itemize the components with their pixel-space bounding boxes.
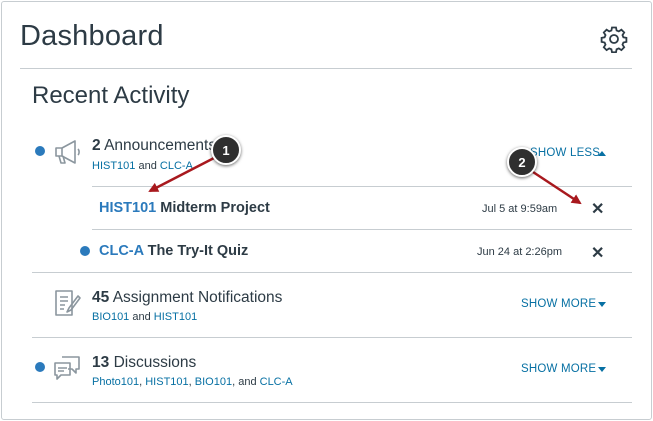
item-course-code[interactable]: HIST101 (99, 200, 156, 216)
unread-indicator (35, 146, 45, 156)
assignments-summary[interactable]: 45 Assignment Notifications (92, 289, 282, 307)
assignments-count: 45 (92, 289, 110, 306)
assignment-icon (55, 290, 81, 316)
and-text: and (132, 311, 151, 323)
close-icon[interactable]: ✕ (591, 199, 604, 219)
item-divider (92, 229, 632, 230)
group-divider (32, 337, 632, 338)
assignments-courses: BIO101 and HIST101 (92, 311, 197, 323)
discussions-count: 13 (92, 354, 110, 371)
show-more-toggle[interactable]: SHOW MORE (521, 363, 596, 375)
item-date: Jul 5 at 9:59am (482, 203, 558, 215)
announcements-courses: HIST101 and CLC-A (92, 160, 193, 172)
callout-badge: 1 (211, 135, 241, 165)
close-icon[interactable]: ✕ (591, 243, 604, 263)
course-link[interactable]: BIO101 (92, 311, 129, 323)
show-more-toggle[interactable]: SHOW MORE (521, 298, 596, 310)
discussions-label: Discussions (113, 354, 197, 371)
announcement-item[interactable]: CLC-A The Try-It Quiz (99, 243, 248, 259)
comma-text: , (188, 376, 192, 388)
chevron-down-icon[interactable] (598, 302, 606, 307)
item-title[interactable]: Midterm Project (160, 200, 270, 216)
megaphone-icon (55, 140, 80, 164)
gear-icon[interactable] (600, 25, 628, 53)
course-link[interactable]: HIST101 (145, 376, 188, 388)
course-link[interactable]: Photo101 (92, 376, 139, 388)
callout-badge: 2 (507, 147, 537, 177)
group-divider (32, 272, 632, 273)
header-divider (20, 68, 632, 69)
course-link[interactable]: BIO101 (195, 376, 232, 388)
announcement-item[interactable]: HIST101 Midterm Project (99, 200, 270, 216)
announcements-count: 2 (92, 137, 101, 154)
and-text: , and (232, 376, 257, 388)
discussion-icon (54, 356, 80, 380)
announcements-summary[interactable]: 2 Announcements (92, 137, 216, 155)
unread-indicator (80, 246, 90, 256)
group-divider (32, 402, 632, 403)
comma-text: , (139, 376, 143, 388)
course-link[interactable]: HIST101 (92, 160, 135, 172)
unread-indicator (35, 362, 45, 372)
item-date: Jun 24 at 2:26pm (477, 246, 563, 258)
show-less-toggle[interactable]: SHOW LESS (530, 147, 600, 159)
discussions-courses: Photo101, HIST101, BIO101, and CLC-A (92, 376, 293, 388)
item-course-code[interactable]: CLC-A (99, 243, 144, 259)
discussions-summary[interactable]: 13 Discussions (92, 354, 196, 372)
and-text: and (138, 160, 157, 172)
course-link[interactable]: CLC-A (160, 160, 193, 172)
page-title: Dashboard (20, 20, 164, 52)
course-link[interactable]: HIST101 (154, 311, 197, 323)
item-title[interactable]: The Try-It Quiz (148, 243, 249, 259)
item-divider (92, 186, 632, 187)
announcements-label: Announcements (104, 137, 217, 154)
course-link[interactable]: CLC-A (260, 376, 293, 388)
chevron-down-icon[interactable] (598, 367, 606, 372)
chevron-up-icon[interactable] (598, 151, 606, 156)
recent-activity-title: Recent Activity (32, 82, 190, 109)
assignments-label: Assignment Notifications (112, 289, 283, 306)
